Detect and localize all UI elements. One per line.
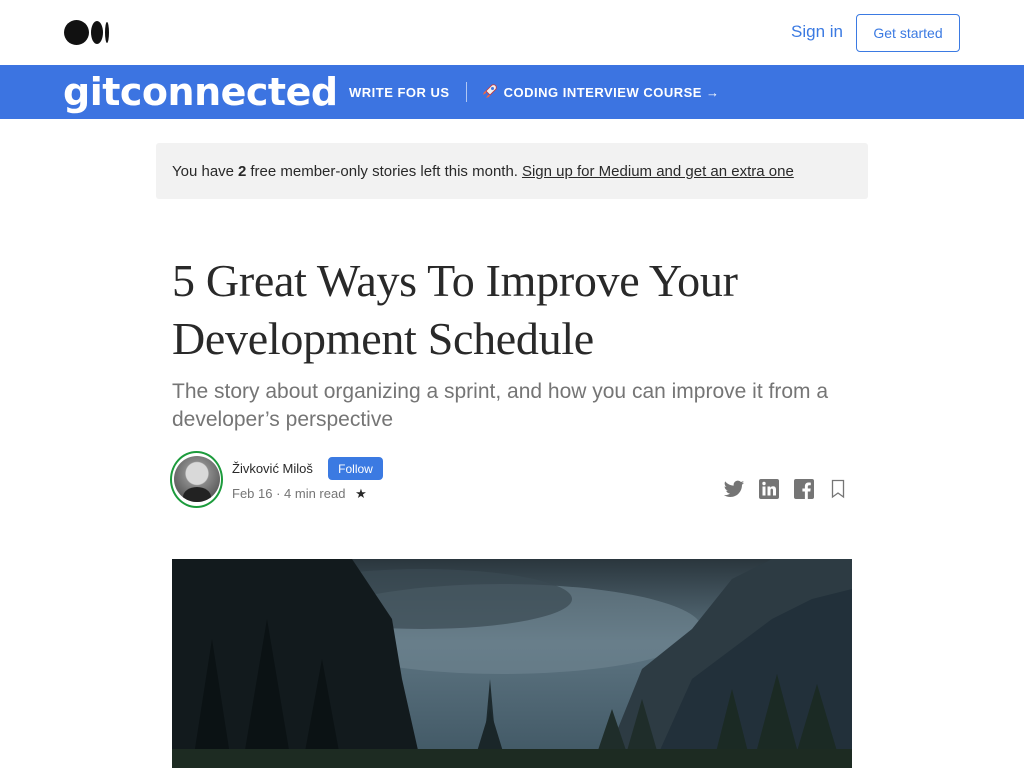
banner-count: 2 — [238, 162, 247, 180]
top-bar: Sign in Get started — [0, 0, 1024, 65]
bookmark-icon[interactable] — [827, 478, 849, 500]
get-started-button[interactable]: Get started — [856, 14, 960, 52]
member-stories-banner: You have 2 free member-only stories left… — [156, 143, 868, 199]
medium-logo-icon[interactable] — [64, 20, 110, 45]
sign-up-link[interactable]: Sign up for Medium and get an extra one — [522, 163, 794, 180]
publish-date-readtime: Feb 16 · 4 min read — [232, 486, 346, 501]
follow-button[interactable]: Follow — [328, 457, 383, 480]
twitter-icon[interactable] — [723, 478, 745, 500]
publication-nav: WRITE FOR US CODING INTERVIEW COURSE → — [349, 65, 720, 119]
avatar[interactable] — [174, 456, 220, 502]
hero-image — [172, 559, 852, 768]
facebook-icon[interactable] — [793, 478, 815, 500]
nav-divider — [465, 82, 467, 102]
linkedin-icon[interactable] — [758, 478, 780, 500]
rocket-icon — [482, 83, 498, 102]
write-for-us-link[interactable]: WRITE FOR US — [349, 85, 450, 100]
banner-suffix: free member-only stories left this month… — [250, 162, 518, 180]
sign-in-link[interactable]: Sign in — [791, 22, 843, 42]
article-meta: Feb 16 · 4 min read ★ — [232, 486, 367, 502]
coding-interview-course-link[interactable]: CODING INTERVIEW COURSE → — [504, 85, 720, 100]
article-title: 5 Great Ways To Improve Your Development… — [172, 255, 738, 364]
publication-bar: gitconnected WRITE FOR US CODING INTERVI… — [0, 65, 1024, 119]
banner-prefix: You have — [172, 162, 235, 180]
publication-logo[interactable]: gitconnected — [63, 67, 338, 117]
member-star-icon: ★ — [355, 486, 367, 501]
article-subtitle: The story about organizing a sprint, and… — [172, 380, 829, 431]
author-name[interactable]: Živković Miloš — [232, 461, 313, 476]
